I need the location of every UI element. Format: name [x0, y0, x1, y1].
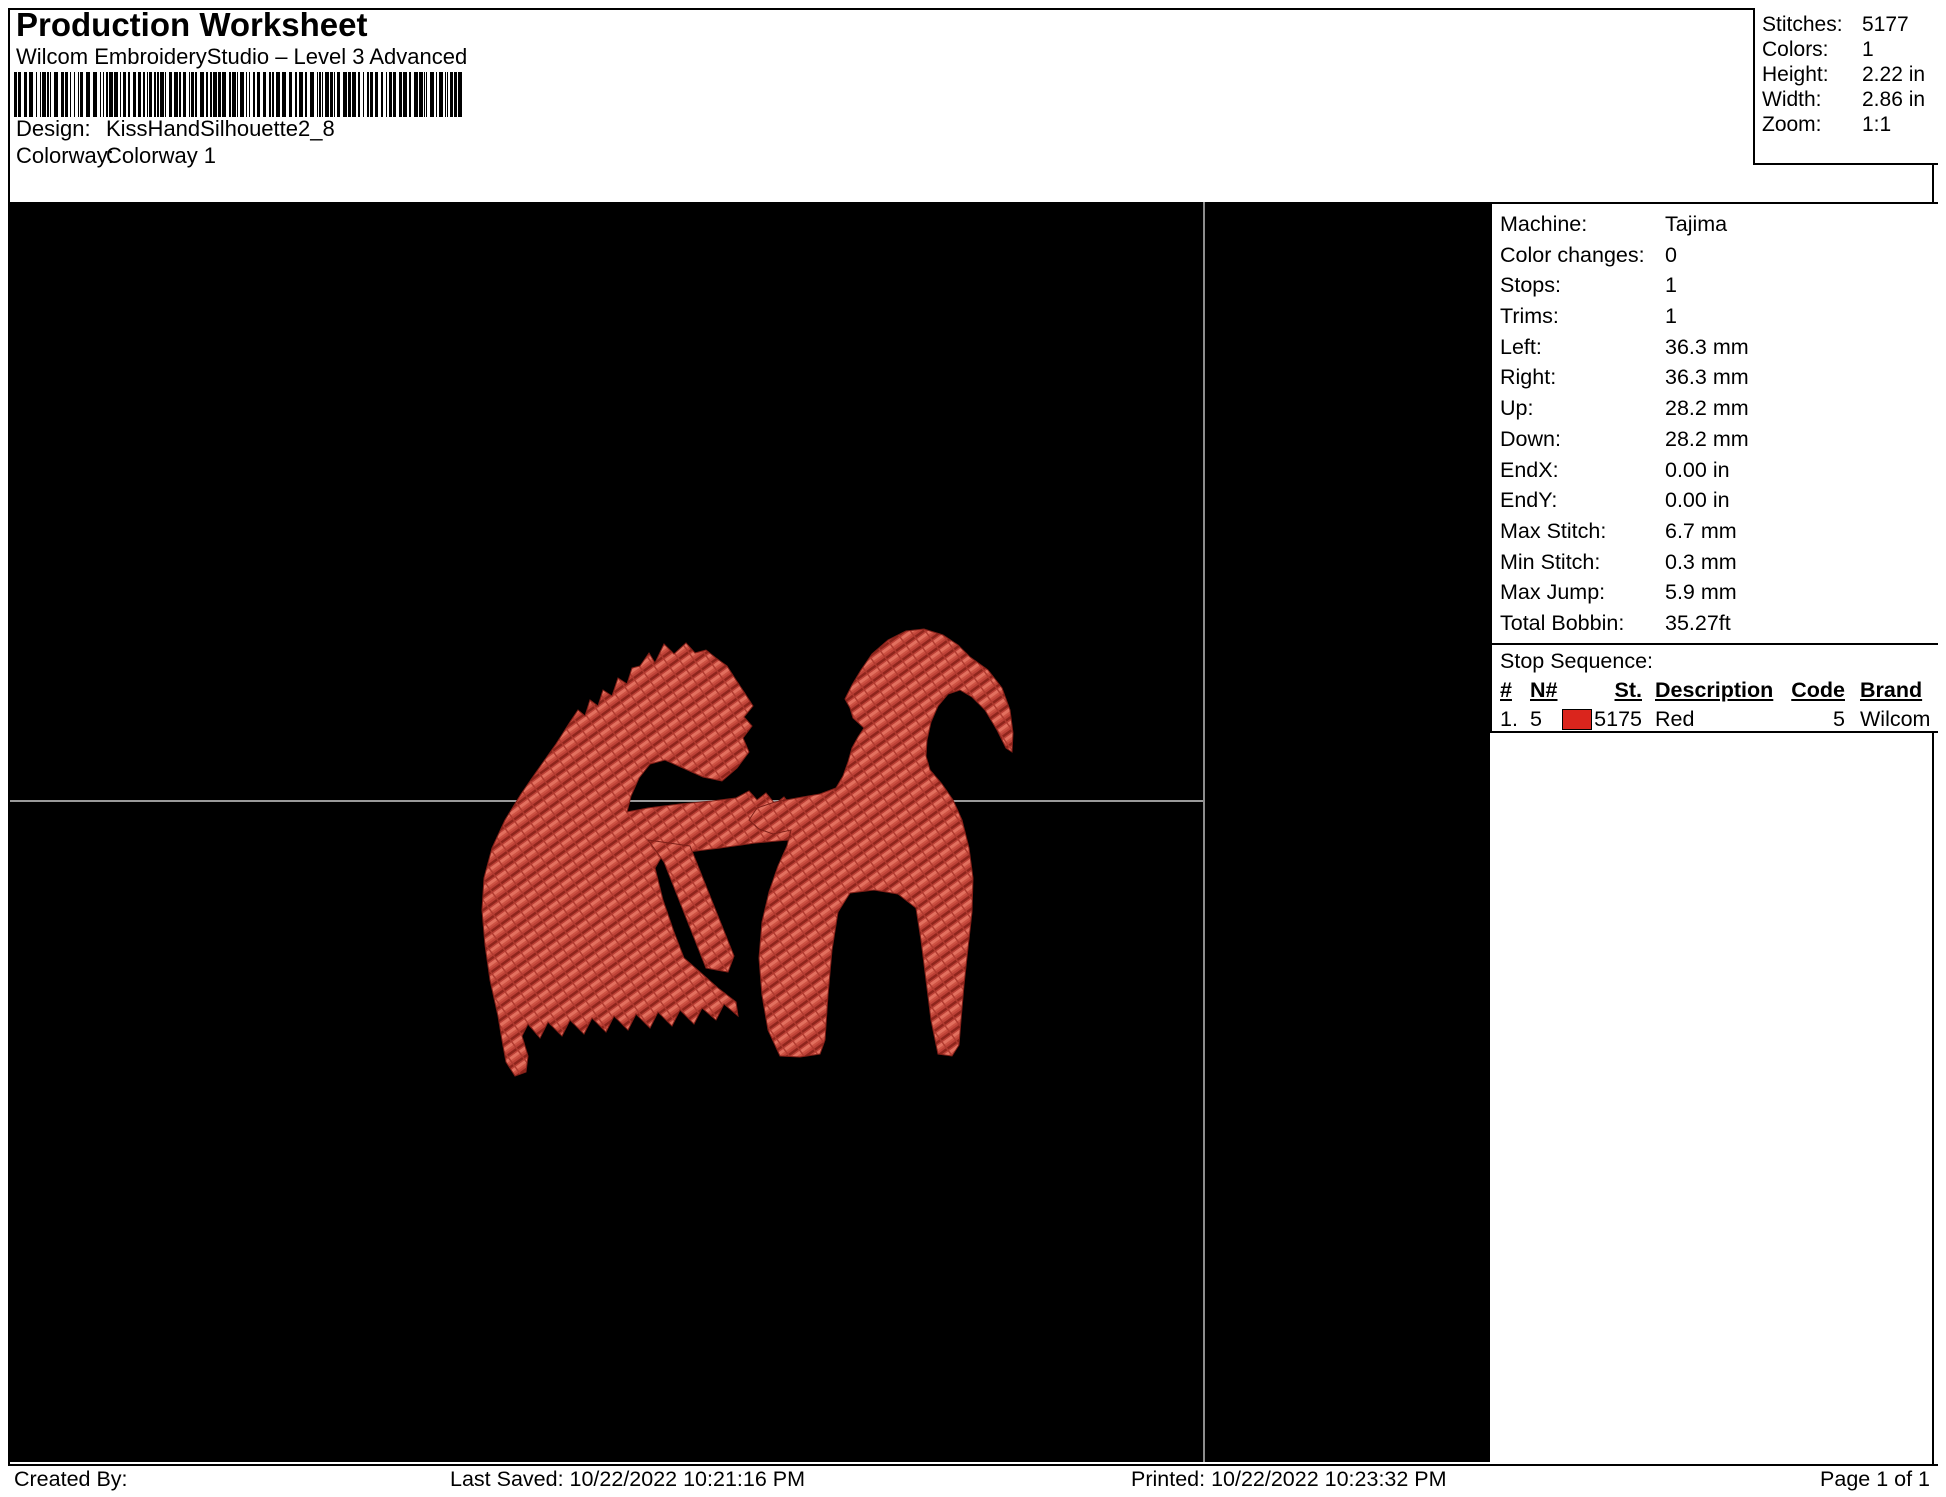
- info-row-left: Left: 36.3 mm: [1500, 332, 1938, 363]
- info-row-machine: Machine: Tajima: [1500, 209, 1938, 240]
- software-subtitle: Wilcom EmbroideryStudio – Level 3 Advanc…: [16, 44, 468, 69]
- info-row-color-changes: Color changes: 0: [1500, 240, 1938, 271]
- summary-row-height: Height: 2.22 in: [1762, 62, 1938, 87]
- max-jump-label: Max Jump:: [1500, 580, 1606, 605]
- min-stitch-label: Min Stitch:: [1500, 549, 1601, 574]
- total-bobbin-label: Total Bobbin:: [1500, 610, 1625, 635]
- info-row-up: Up: 28.2 mm: [1500, 393, 1938, 424]
- up-value: 28.2 mm: [1665, 396, 1749, 421]
- summary-row-zoom: Zoom: 1:1: [1762, 112, 1938, 137]
- max-jump-value: 5.9 mm: [1665, 580, 1737, 605]
- stitches-value: 5177: [1862, 13, 1909, 36]
- design-summary-box: Stitches: 5177 Colors: 1 Height: 2.22 in Wi…: [1753, 8, 1938, 165]
- col-needle: N#: [1530, 678, 1558, 702]
- stop-number: 1.: [1500, 707, 1518, 731]
- info-row-endy: EndY: 0.00 in: [1500, 485, 1938, 516]
- colors-value: 1: [1862, 38, 1874, 61]
- summary-row-width: Width: 2.86 in: [1762, 87, 1938, 112]
- zoom-label: Zoom:: [1762, 113, 1822, 136]
- right-label: Right:: [1500, 365, 1557, 390]
- up-label: Up:: [1500, 396, 1534, 421]
- page-number: Page 1 of 1: [1820, 1467, 1930, 1491]
- colorway-label: Colorway:: [16, 143, 114, 168]
- col-brand: Brand: [1860, 678, 1923, 702]
- stop-needle: 5: [1530, 707, 1542, 731]
- right-value: 36.3 mm: [1665, 365, 1749, 390]
- info-row-max-stitch: Max Stitch: 6.7 mm: [1500, 516, 1938, 547]
- trims-label: Trims:: [1500, 304, 1559, 329]
- zoom-value: 1:1: [1862, 113, 1892, 136]
- info-row-total-bobbin: Total Bobbin: 35.27ft: [1500, 608, 1938, 639]
- stitches-label: Stitches:: [1762, 13, 1843, 36]
- stop-description: Red: [1655, 707, 1695, 731]
- min-stitch-value: 0.3 mm: [1665, 549, 1737, 574]
- design-name-row: Design: KissHandSilhouette2_8: [16, 116, 335, 142]
- silhouette-woman: [748, 628, 1014, 1058]
- last-saved-text: Last Saved: 10/22/2022 10:21:16 PM: [450, 1467, 806, 1491]
- endx-label: EndX:: [1500, 457, 1559, 482]
- stop-code: 5: [1833, 707, 1845, 731]
- machine-info-rows: Machine: Tajima Color changes: 0 Stops: 1 T…: [1492, 204, 1938, 639]
- footer-bar: Created By: Last Saved: 10/22/2022 10:21…: [8, 1464, 1938, 1491]
- colorway-row: Colorway: Colorway 1: [16, 143, 216, 169]
- machine-value: Tajima: [1665, 212, 1728, 236]
- stop-sequence-header-row: # N# St. Description Code Brand: [1492, 676, 1938, 705]
- summary-row-colors: Colors: 1: [1762, 37, 1938, 62]
- left-value: 36.3 mm: [1665, 334, 1749, 359]
- info-row-min-stitch: Min Stitch: 0.3 mm: [1500, 547, 1938, 578]
- stop-brand: Wilcom: [1860, 707, 1931, 731]
- col-description: Description: [1655, 678, 1774, 702]
- down-value: 28.2 mm: [1665, 426, 1749, 451]
- production-worksheet-page: Production Worksheet Wilcom EmbroiderySt…: [0, 0, 1946, 1497]
- down-label: Down:: [1500, 426, 1561, 451]
- design-name: KissHandSilhouette2_8: [106, 116, 335, 141]
- machine-info-panel: Machine: Tajima Color changes: 0 Stops: 1 T…: [1490, 202, 1938, 733]
- col-stitch: St.: [1614, 678, 1642, 702]
- stop-sequence-title: Stop Sequence:: [1500, 649, 1654, 673]
- height-label: Height:: [1762, 63, 1829, 86]
- max-stitch-label: Max Stitch:: [1500, 518, 1607, 543]
- info-row-down: Down: 28.2 mm: [1500, 424, 1938, 455]
- embroidery-design-kiss-hand-silhouette: [481, 628, 1014, 1077]
- info-row-max-jump: Max Jump: 5.9 mm: [1500, 577, 1938, 608]
- col-code: Code: [1791, 678, 1845, 702]
- max-stitch-value: 6.7 mm: [1665, 518, 1737, 543]
- color-changes-value: 0: [1665, 242, 1677, 267]
- page-title: Production Worksheet: [16, 6, 368, 43]
- stop-sequence-section: Stop Sequence: # N# St. Description Code…: [1492, 643, 1938, 734]
- width-value: 2.86 in: [1862, 88, 1926, 111]
- info-row-right: Right: 36.3 mm: [1500, 362, 1938, 393]
- col-number: #: [1500, 678, 1512, 702]
- stop-stitch-count: 5175: [1594, 707, 1642, 731]
- colorway-name: Colorway 1: [106, 143, 217, 168]
- total-bobbin-value: 35.27ft: [1665, 610, 1731, 635]
- colors-label: Colors:: [1762, 38, 1829, 61]
- info-row-trims: Trims: 1: [1500, 301, 1938, 332]
- design-canvas: [10, 202, 1490, 1462]
- color-changes-label: Color changes:: [1500, 242, 1645, 267]
- left-label: Left:: [1500, 334, 1542, 359]
- info-row-endx: EndX: 0.00 in: [1500, 455, 1938, 486]
- design-barcode: [14, 72, 462, 117]
- endx-value: 0.00 in: [1665, 457, 1730, 482]
- endy-label: EndY:: [1500, 488, 1558, 513]
- stop-sequence-row: 1. 5 5175 Red 5 Wilcom: [1492, 705, 1938, 734]
- design-label: Design:: [16, 116, 91, 141]
- silhouette-man: [481, 642, 813, 1077]
- trims-value: 1: [1665, 304, 1677, 329]
- endy-value: 0.00 in: [1665, 488, 1730, 513]
- info-row-stops: Stops: 1: [1500, 270, 1938, 301]
- summary-row-stitches: Stitches: 5177: [1762, 12, 1938, 37]
- stops-label: Stops:: [1500, 273, 1561, 298]
- machine-label: Machine:: [1500, 212, 1588, 236]
- width-label: Width:: [1762, 88, 1822, 111]
- created-by-label: Created By:: [14, 1467, 128, 1491]
- printed-text: Printed: 10/22/2022 10:23:32 PM: [1131, 1467, 1447, 1491]
- height-value: 2.22 in: [1862, 63, 1926, 86]
- stops-value: 1: [1665, 273, 1677, 298]
